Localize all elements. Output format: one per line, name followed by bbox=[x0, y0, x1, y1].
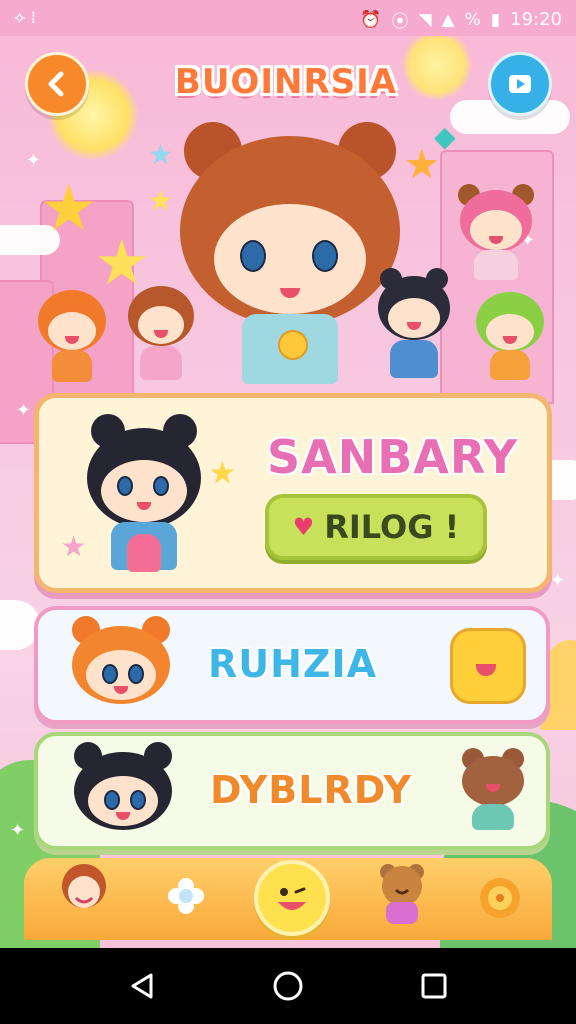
smiley-sticker-icon bbox=[450, 628, 526, 704]
character-brown-kid bbox=[126, 286, 198, 386]
card-character-girl bbox=[79, 414, 209, 574]
navigation-bar bbox=[0, 948, 576, 1024]
alarm-icon: ⏰ bbox=[360, 9, 382, 30]
nav-home-icon bbox=[273, 971, 303, 1001]
nav-home-button[interactable] bbox=[270, 968, 306, 1004]
bear-icon[interactable] bbox=[370, 858, 434, 928]
star-icon: ★ bbox=[209, 456, 236, 491]
boy-avatar-icon[interactable] bbox=[52, 858, 116, 922]
bear-sticker-icon bbox=[458, 748, 528, 832]
nav-recents-icon bbox=[421, 973, 447, 999]
character-orange-boy bbox=[34, 290, 110, 386]
nav-recents-button[interactable] bbox=[416, 968, 452, 1004]
nav-back-button[interactable] bbox=[124, 968, 160, 1004]
star-icon: ★ bbox=[148, 184, 174, 217]
status-right-icons: ⏰ ⦿ ◥ ▲ % ▮ 19:20 bbox=[360, 7, 562, 32]
back-button[interactable] bbox=[25, 52, 89, 116]
character-green-kid bbox=[474, 292, 546, 384]
character-black-hair-girl bbox=[374, 268, 454, 384]
heart-icon: ♥ bbox=[292, 513, 315, 541]
star-icon: ★ bbox=[40, 172, 98, 246]
battery-indicator: % bbox=[464, 9, 481, 30]
battery-icon: ▮ bbox=[490, 9, 501, 30]
card-title: DYBLRDY bbox=[210, 768, 413, 812]
play-button[interactable] bbox=[488, 52, 552, 116]
signal-icon: ▲ bbox=[441, 9, 455, 30]
silent-icon: ⦿ bbox=[391, 12, 409, 32]
back-arrow-icon bbox=[48, 71, 64, 97]
vibrate-icon: ⁞ bbox=[30, 8, 37, 28]
game-scene: ✦ ✦ ✦ ✦ ✦ ★ ★ ★ ★ ★ ◆ BUOINRSIA ★ ★ SANB… bbox=[0, 0, 576, 948]
star-icon: ★ bbox=[148, 138, 174, 171]
card-action-button[interactable]: ♥ RILOG ! bbox=[265, 494, 487, 560]
sparkle-icon: ✦ bbox=[16, 400, 32, 421]
card-action-label: RILOG ! bbox=[324, 508, 460, 546]
clock: 19:20 bbox=[510, 9, 562, 30]
card-character-dark-girl bbox=[68, 742, 178, 842]
flower-icon[interactable] bbox=[164, 874, 208, 918]
card-title: SANBARY bbox=[267, 430, 519, 484]
game-title: BUOINRSIA bbox=[174, 62, 398, 102]
settings-icon: ⟡ bbox=[14, 8, 26, 28]
card-character-orange-girl bbox=[66, 616, 176, 716]
sparkle-icon: ✦ bbox=[10, 820, 26, 841]
level-card-main[interactable]: ★ ★ SANBARY ♥ RILOG ! bbox=[34, 393, 552, 593]
main-character bbox=[180, 118, 400, 398]
sparkle-icon: ✦ bbox=[26, 150, 42, 171]
character-pink-girl bbox=[456, 184, 536, 284]
wifi-icon: ◥ bbox=[418, 9, 432, 30]
status-bar: ⟡ ⁞ ⏰ ⦿ ◥ ▲ % ▮ 19:20 bbox=[0, 0, 576, 36]
sparkle-icon: ✦ bbox=[550, 570, 566, 591]
cookie-icon[interactable] bbox=[474, 872, 526, 924]
smiley-icon[interactable] bbox=[254, 860, 330, 936]
star-icon: ★ bbox=[61, 530, 87, 563]
play-icon bbox=[509, 75, 531, 93]
status-left-icons: ⟡ ⁞ bbox=[14, 8, 36, 28]
level-card-2[interactable]: RUHZIA bbox=[34, 606, 550, 724]
card-title: RUHZIA bbox=[208, 642, 378, 686]
level-card-3[interactable]: DYBLRDY bbox=[34, 732, 550, 850]
nav-back-icon bbox=[131, 973, 153, 999]
kite-icon: ◆ bbox=[434, 120, 456, 153]
